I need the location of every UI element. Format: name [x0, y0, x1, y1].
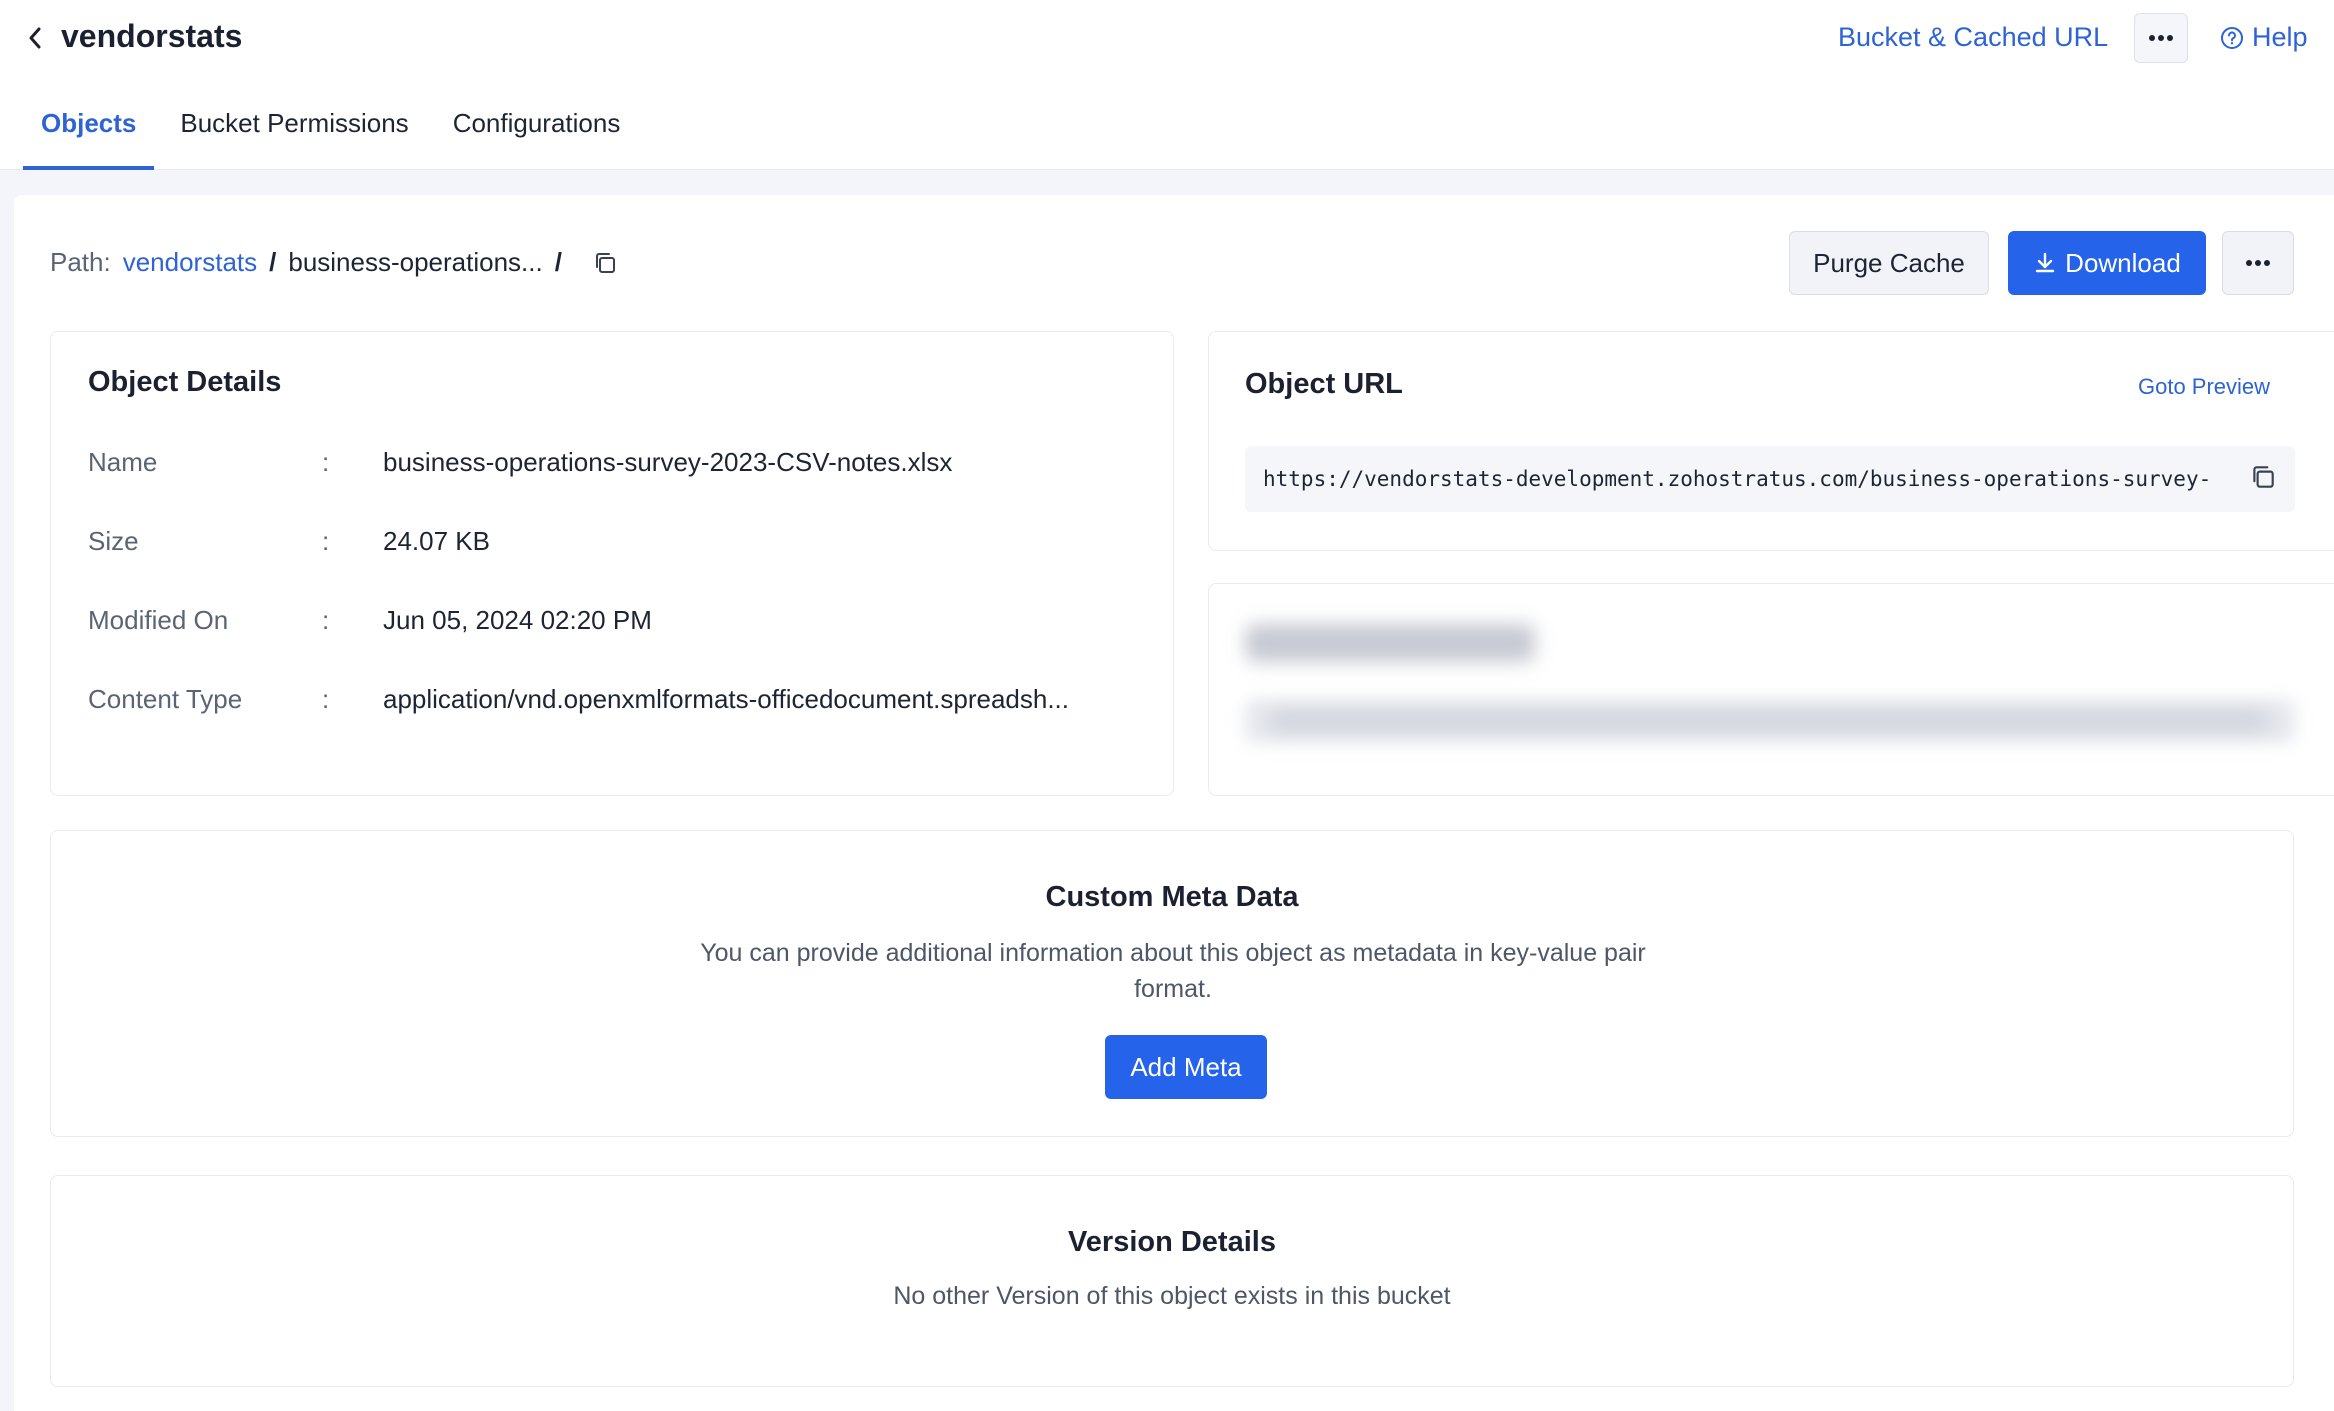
tab-objects[interactable]: Objects — [23, 104, 155, 170]
tab-bar: Objects Bucket Permissions Configuration… — [23, 104, 646, 170]
detail-key: Content Type — [88, 684, 243, 714]
breadcrumb-separator: / — [269, 247, 277, 277]
breadcrumb-separator: / — [554, 247, 562, 277]
question-circle-icon — [2221, 26, 2243, 49]
tab-bucket-permissions[interactable]: Bucket Permissions — [162, 104, 426, 170]
copy-url-button[interactable] — [2249, 463, 2277, 496]
download-label: Download — [2065, 247, 2181, 278]
detail-key: Name — [88, 447, 158, 477]
object-url-text: https://vendorstats-development.zohostra… — [1263, 467, 2212, 491]
detail-key: Modified On — [88, 605, 229, 635]
custom-meta-title: Custom Meta Data — [1045, 881, 1299, 913]
copy-icon — [595, 252, 615, 273]
detail-separator: : — [322, 684, 330, 714]
blurred-card — [1208, 583, 2334, 796]
bucket-cached-url-link[interactable]: Bucket & Cached URL — [1838, 22, 2108, 53]
custom-meta-description: You can provide additional information a… — [700, 939, 1646, 1003]
back-button[interactable] — [20, 18, 50, 58]
blurred-text-placeholder — [1269, 712, 2269, 730]
detail-separator: : — [322, 447, 330, 477]
object-details-title: Object Details — [88, 366, 282, 398]
header-more-button[interactable] — [2134, 13, 2188, 63]
copy-icon — [2253, 466, 2274, 488]
object-url-field[interactable]: https://vendorstats-development.zohostra… — [1245, 446, 2295, 512]
custom-meta-card: Custom Meta Data You can provide additio… — [50, 830, 2294, 1137]
object-details-card: Object Details Name : business-operation… — [50, 331, 1174, 796]
breadcrumb-segment[interactable]: business-operations... — [288, 247, 542, 278]
help-label: Help — [2252, 22, 2308, 52]
help-link[interactable]: Help — [2220, 22, 2308, 53]
main-content: Path: vendorstats / business-operations.… — [14, 195, 2334, 1411]
detail-row-name: Name : business-operations-survey-2023-C… — [88, 447, 952, 478]
purge-cache-button[interactable]: Purge Cache — [1789, 231, 1989, 295]
detail-value: business-operations-survey-2023-CSV-note… — [383, 447, 953, 477]
object-url-title: Object URL — [1245, 368, 1403, 400]
object-url-card: Object URL Goto Preview https://vendorst… — [1208, 331, 2334, 551]
actions-more-button[interactable] — [2222, 231, 2294, 295]
tab-configurations[interactable]: Configurations — [435, 104, 639, 170]
detail-separator: : — [322, 526, 330, 556]
detail-key: Size — [88, 526, 139, 556]
path-label: Path: — [50, 247, 111, 277]
breadcrumb: Path: vendorstats / business-operations.… — [50, 247, 618, 278]
detail-row-content-type: Content Type : application/vnd.openxmlfo… — [88, 684, 1069, 715]
download-icon — [2035, 252, 2055, 273]
chevron-left-icon — [29, 27, 41, 49]
ellipsis-icon — [2246, 260, 2270, 266]
page-title: vendorstats — [61, 18, 243, 54]
detail-value: application/vnd.openxmlformats-officedoc… — [383, 684, 1070, 714]
top-bar: vendorstats Bucket & Cached URL Help Obj… — [0, 0, 2334, 170]
detail-row-modified: Modified On : Jun 05, 2024 02:20 PM — [88, 605, 652, 636]
copy-path-button[interactable] — [592, 250, 618, 276]
detail-separator: : — [322, 605, 330, 635]
goto-preview-link[interactable]: Goto Preview — [2138, 374, 2270, 400]
ellipsis-icon — [2149, 35, 2173, 41]
detail-value: 24.07 KB — [383, 526, 490, 556]
detail-row-size: Size : 24.07 KB — [88, 526, 490, 557]
detail-value: Jun 05, 2024 02:20 PM — [383, 605, 652, 635]
version-details-card: Version Details No other Version of this… — [50, 1175, 2294, 1387]
blurred-title-placeholder — [1245, 624, 1535, 662]
download-button[interactable]: Download — [2008, 231, 2206, 295]
version-details-title: Version Details — [1068, 1226, 1276, 1258]
breadcrumb-root-link[interactable]: vendorstats — [123, 247, 257, 278]
add-meta-button[interactable]: Add Meta — [1105, 1035, 1267, 1099]
version-details-description: No other Version of this object exists i… — [893, 1282, 1451, 1310]
